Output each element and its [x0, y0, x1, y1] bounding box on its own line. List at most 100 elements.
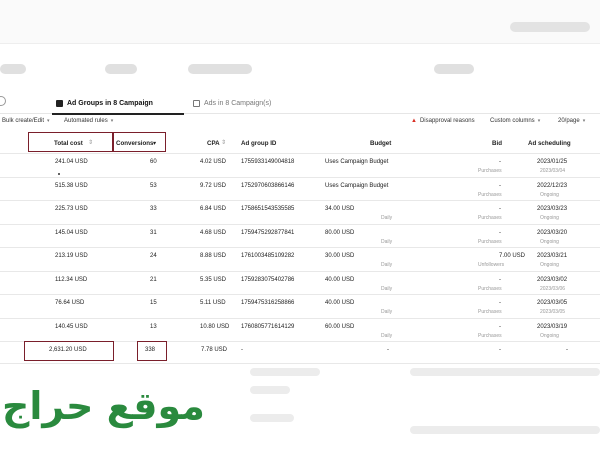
table-row[interactable]: 112.34 USD 21 5.35 USD 1759283075402786 40.0…	[0, 272, 600, 295]
chevron-down-icon: ▾	[582, 118, 586, 124]
level-tabs: Ad Groups in 8 Campaign Ads in 8 Campaig…	[0, 92, 600, 114]
cell-ad-group-id: 1752970603866146	[241, 182, 295, 189]
cell-budget-period: Daily	[381, 262, 393, 268]
cell-cpa: 4.02 USD	[200, 159, 227, 165]
cell-budget-period: Daily	[381, 238, 393, 245]
cell-bid: -	[499, 276, 501, 283]
table-row[interactable]: 213.19 USD 24 8.88 USD 1761003485109282 30.0…	[0, 248, 600, 272]
column-header-ad-scheduling[interactable]: Ad scheduling	[528, 140, 571, 147]
cell-cpa: 4.68 USD	[200, 229, 227, 236]
cell-budget: Uses Campaign Budget	[325, 182, 389, 189]
cell-cpa: 5.11 USD	[200, 300, 226, 306]
chevron-down-icon: ▾	[47, 118, 50, 124]
blurred-summary-row	[0, 56, 600, 82]
cursor-dot	[58, 173, 60, 175]
warning-icon: ▲	[411, 118, 417, 124]
cell-ad-group-id: 1758651543535585	[241, 206, 295, 212]
disapproval-reasons-button[interactable]: ▲ Disapproval reasons	[411, 118, 475, 124]
cell-ad-group-id: 1755933149004818	[241, 159, 295, 165]
budget-total: -	[387, 347, 389, 353]
bulk-edit-label: Bulk create/Edit	[2, 118, 45, 124]
cell-cpa: 10.80 USD	[200, 323, 230, 330]
table-row[interactable]: 76.64 USD 15 5.11 USD 1759475316258866 40.00…	[0, 295, 600, 319]
cell-ad-scheduling-end: 2023/03/05	[540, 309, 566, 315]
column-header-cpa[interactable]: CPA	[207, 140, 220, 147]
cell-total-cost: 225.73 USD	[55, 206, 88, 212]
cell-conversions: 15	[150, 300, 157, 306]
cell-budget-period: Daily	[381, 215, 393, 221]
page-size-label: 20/page	[558, 118, 580, 124]
file-icon	[193, 99, 200, 107]
automated-rules-dropdown[interactable]: Automated rules ▾	[64, 118, 113, 124]
total-cost-header-highlight	[28, 132, 113, 152]
cell-bid-event: Purchases	[478, 215, 502, 221]
cell-total-cost: 515.38 USD	[55, 182, 88, 189]
cell-cpa: 8.88 USD	[200, 253, 227, 259]
tab-ads[interactable]: Ads in 8 Campaign(s)	[193, 96, 271, 110]
cell-bid-event: Purchases	[478, 238, 502, 245]
cell-ad-group-id: 1760805771614129	[241, 323, 295, 330]
cell-bid-event: Purchases	[478, 285, 502, 292]
cell-budget: 80.00 USD	[325, 229, 355, 236]
cell-total-cost: 145.04 USD	[55, 229, 88, 236]
cell-budget: 34.00 USD	[325, 206, 355, 212]
cell-bid: 7.00 USD	[499, 253, 526, 259]
cell-ad-scheduling-start: 2023/03/20	[537, 229, 568, 236]
disapproval-label: Disapproval reasons	[419, 118, 475, 124]
cell-conversions: 24	[150, 253, 157, 259]
conversions-sum-highlight	[137, 341, 167, 361]
cell-bid-event: Purchases	[478, 168, 502, 174]
cell-cpa: 5.35 USD	[200, 276, 227, 283]
sort-icon[interactable]: ⇕	[221, 139, 226, 146]
table-row[interactable]: 225.73 USD 33 6.84 USD 1758651543535585 34.0…	[0, 201, 600, 225]
top-navigation-bar	[0, 0, 600, 44]
cell-bid-event: Purchases	[478, 191, 502, 198]
cell-conversions: 13	[150, 323, 157, 330]
cell-total-cost: 241.04 USD	[55, 159, 88, 165]
bulk-edit-dropdown[interactable]: Bulk create/Edit ▾	[2, 118, 50, 124]
cell-bid: -	[499, 323, 501, 330]
column-header-bid[interactable]: Bid	[492, 140, 502, 147]
active-tab-indicator	[52, 113, 184, 115]
page-size-select[interactable]: 20/page ▾	[558, 118, 585, 124]
blurred-nav-item	[510, 22, 590, 32]
cell-total-cost: 76.64 USD	[55, 300, 85, 306]
cell-bid: -	[499, 159, 501, 165]
site-watermark-logo: موقع حراج	[2, 384, 205, 428]
table-row[interactable]: 241.04 USD 60 4.02 USD 1755933149004818 Uses…	[0, 154, 600, 178]
cell-ad-scheduling-end: 2023/03/04	[540, 168, 566, 174]
cell-total-cost: 213.19 USD	[55, 253, 88, 259]
table-row[interactable]: 515.38 USD 53 9.72 USD 1752970603866146 Uses…	[0, 178, 600, 201]
cpa-total: 7.78 USD	[201, 347, 228, 353]
cell-budget: 40.00 USD	[325, 300, 355, 306]
tab-label: Ad Groups in 8 Campaign	[67, 99, 153, 107]
table-row[interactable]: 145.04 USD 31 4.68 USD 1759475292877841 80.0…	[0, 225, 600, 248]
cell-ad-scheduling-end: Ongoing	[540, 262, 559, 268]
conversions-header-highlight	[113, 132, 166, 152]
tab-ad-groups[interactable]: Ad Groups in 8 Campaign	[56, 96, 153, 110]
custom-columns-dropdown[interactable]: Custom columns ▾	[490, 118, 540, 124]
automated-rules-label: Automated rules	[64, 118, 108, 124]
cell-budget: 40.00 USD	[325, 276, 355, 283]
total-cost-sum-highlight	[24, 341, 114, 361]
cell-ad-scheduling-end: Ongoing	[540, 238, 559, 245]
cell-conversions: 21	[150, 276, 157, 283]
cell-conversions: 53	[150, 182, 157, 189]
cell-ad-scheduling-start: 2023/03/05	[537, 300, 568, 306]
cell-ad-group-id: 1759283075402786	[241, 276, 295, 283]
table-toolbar: Bulk create/Edit ▾ Automated rules ▾ ▲ D…	[0, 116, 600, 130]
cell-ad-scheduling-start: 2023/01/25	[537, 159, 568, 165]
cell-ad-scheduling-start: 2023/03/19	[537, 323, 568, 330]
cell-bid: -	[499, 300, 501, 306]
cell-cpa: 9.72 USD	[200, 182, 227, 189]
custom-columns-label: Custom columns	[490, 118, 535, 124]
column-header-ad-group-id[interactable]: Ad group ID	[241, 140, 276, 147]
cell-ad-scheduling-start: 2023/03/02	[537, 276, 568, 283]
cell-ad-group-id: 1759475316258866	[241, 300, 295, 306]
column-header-budget[interactable]: Budget	[370, 140, 391, 147]
cell-budget-period: Daily	[381, 309, 393, 315]
cell-conversions: 33	[150, 206, 157, 212]
ad-scheduling-total: -	[566, 347, 568, 353]
cell-bid-event: Purchases	[478, 309, 502, 315]
cell-total-cost: 140.45 USD	[55, 323, 88, 330]
